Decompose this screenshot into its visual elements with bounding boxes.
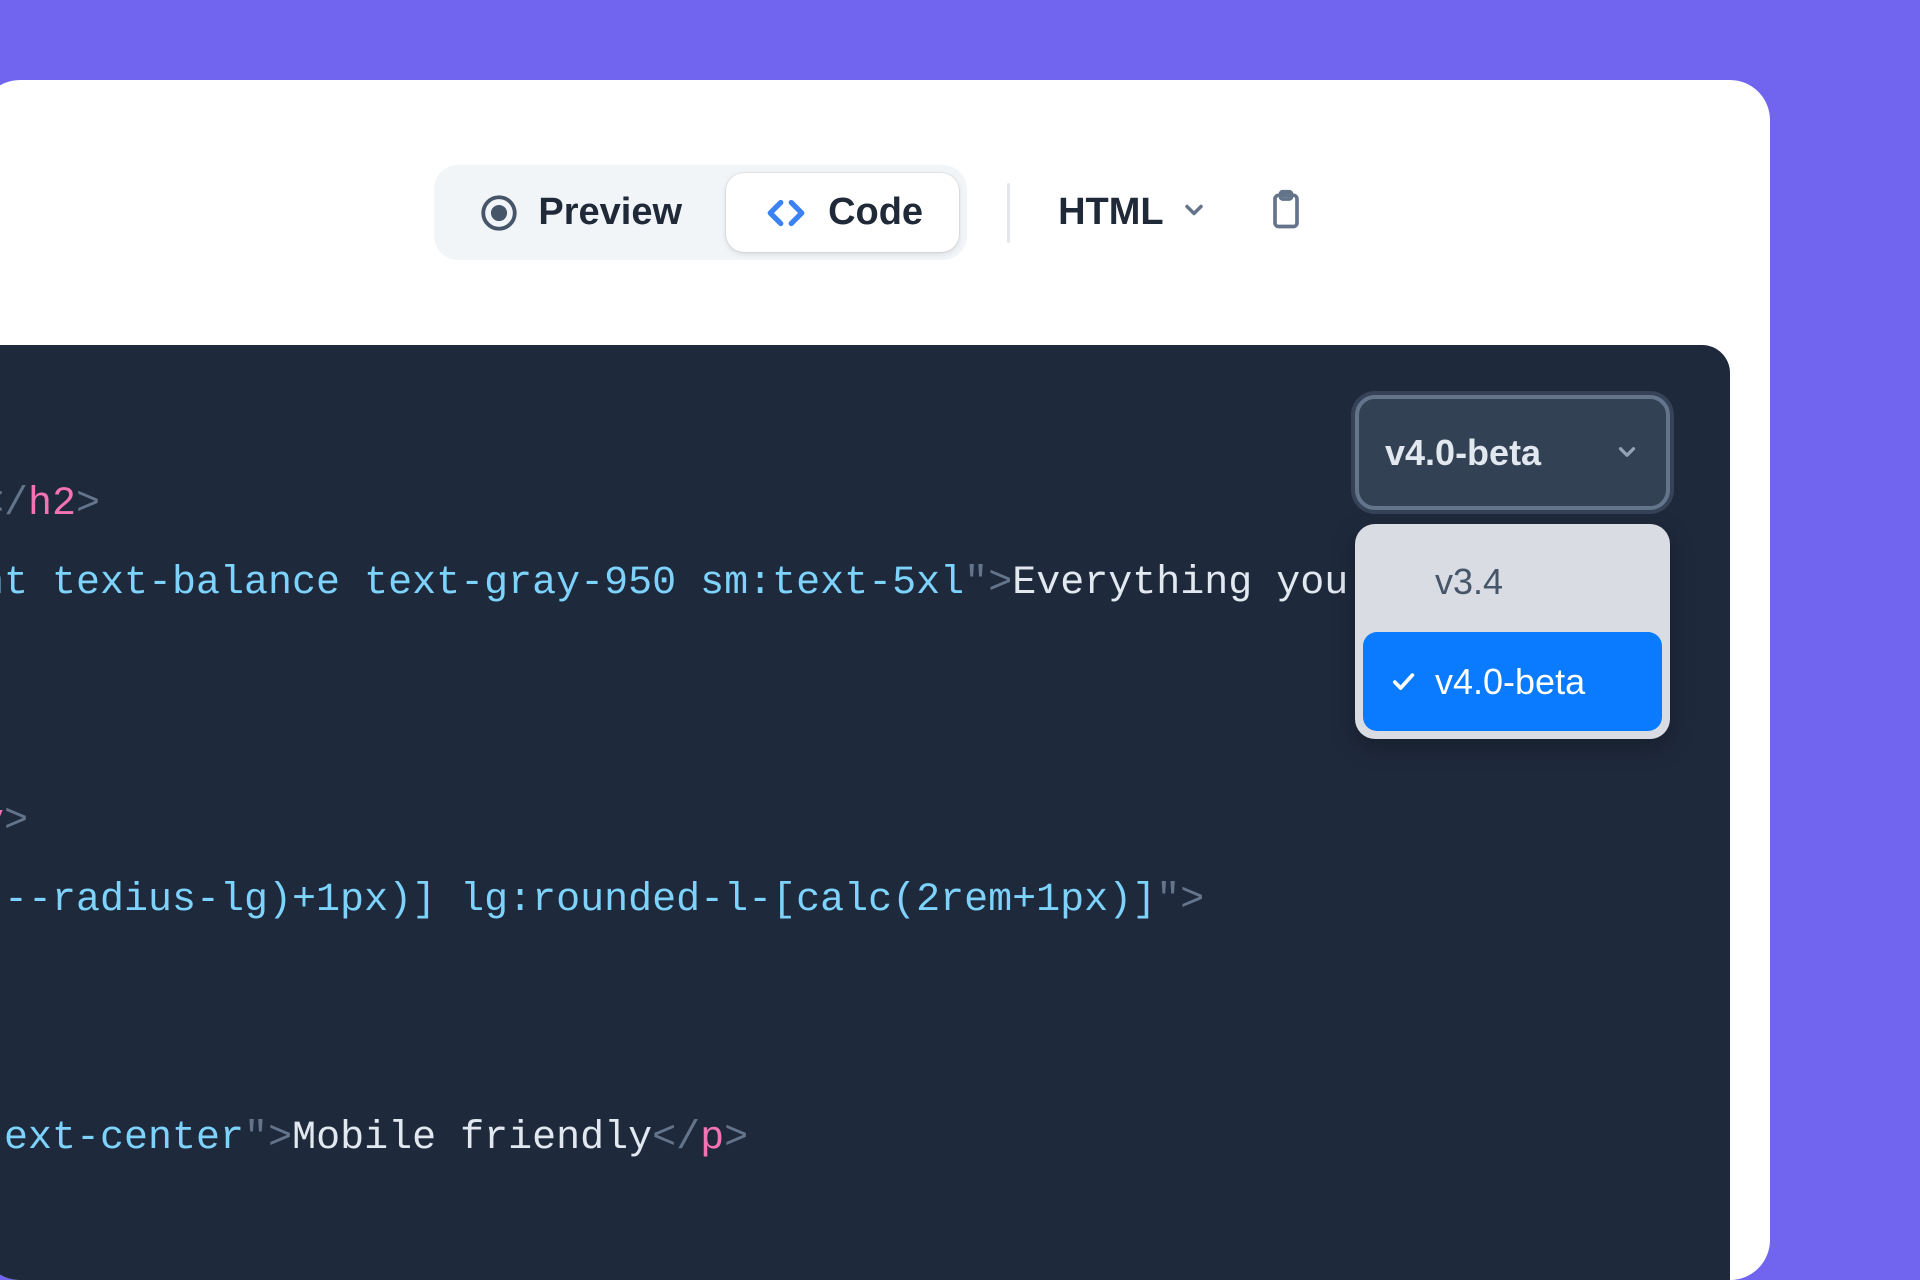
language-select[interactable]: HTML (1050, 179, 1216, 246)
clipboard-icon (1264, 188, 1308, 237)
version-dropdown: v4.0-beta v3.4 (1355, 395, 1670, 739)
angle-brackets-icon (762, 192, 810, 234)
tab-preview[interactable]: Preview (442, 173, 718, 252)
code-line5-classes: text-center (0, 1116, 244, 1161)
version-option-label-1: v4.0-beta (1435, 646, 1585, 717)
version-trigger[interactable]: v4.0-beta (1355, 395, 1670, 510)
code-line4-classes: (--radius-lg)+1px)] lg:rounded-l-[calc(2… (0, 878, 1156, 923)
code-line5-closetag: p (700, 1116, 724, 1161)
language-label: HTML (1058, 191, 1164, 234)
code-tag-h2: h2 (28, 482, 76, 527)
version-current-label: v4.0-beta (1385, 417, 1541, 488)
version-option-v3-4[interactable]: v3.4 (1363, 532, 1662, 631)
tab-preview-label: Preview (538, 191, 682, 234)
tab-code[interactable]: Code (726, 173, 959, 252)
code-line2-classes: ht text-balance text-gray-950 sm:text-5x… (0, 561, 964, 606)
chevron-down-icon (1180, 191, 1208, 234)
copy-button[interactable] (1256, 180, 1316, 245)
chevron-down-icon (1614, 417, 1640, 488)
target-icon (478, 192, 520, 234)
editor-card: Preview Code HTML (0, 80, 1770, 1280)
tab-code-label: Code (828, 191, 923, 234)
code-area[interactable]: </h2> ht text-balance text-gray-950 sm:t… (0, 345, 1730, 1280)
check-icon (1387, 667, 1419, 695)
version-option-label-0: v3.4 (1435, 546, 1503, 617)
toolbar-divider (1007, 183, 1010, 243)
code-line5-text: Mobile friendly (292, 1116, 652, 1161)
version-option-v4-0-beta[interactable]: v4.0-beta (1363, 632, 1662, 731)
version-menu: v3.4 v4.0-beta (1355, 524, 1670, 739)
view-tabgroup: Preview Code (434, 165, 967, 260)
toolbar: Preview Code HTML (0, 80, 1770, 345)
